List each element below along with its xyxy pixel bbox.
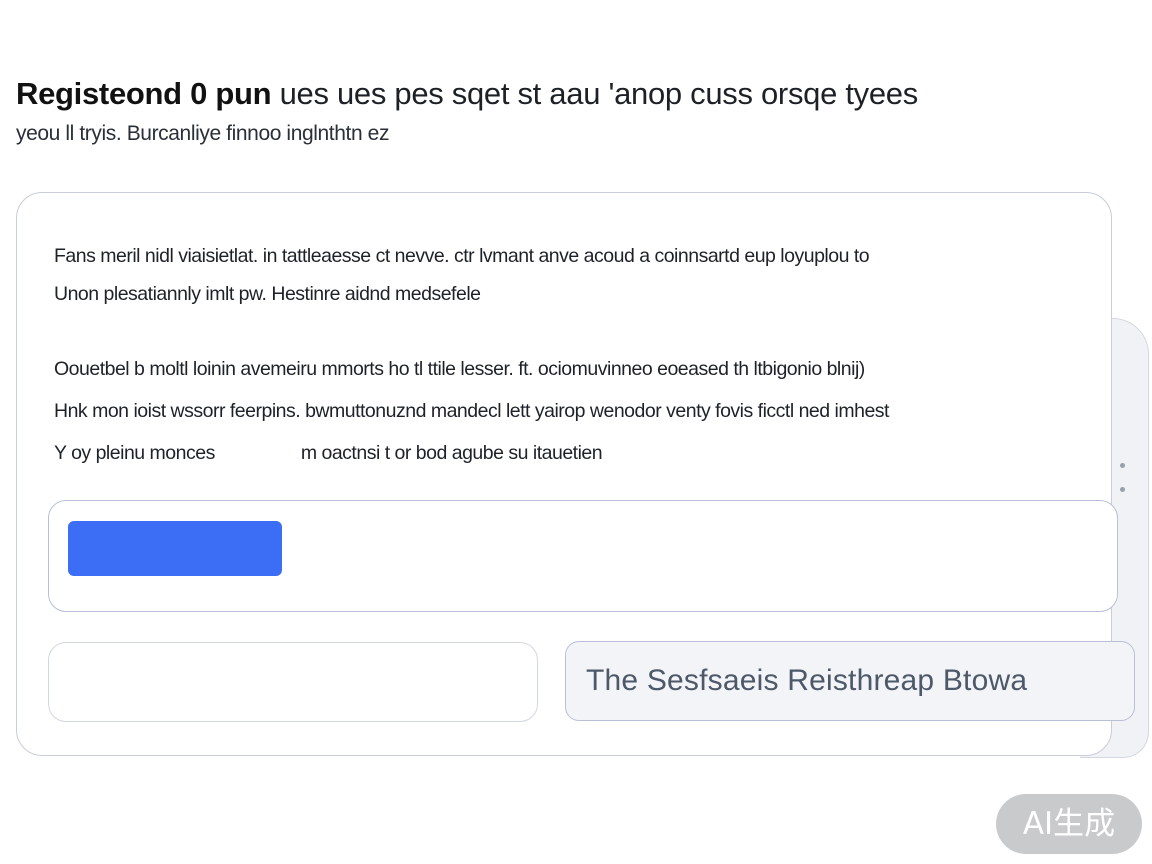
ai-generated-badge: AI生成 bbox=[996, 794, 1142, 854]
card-paragraph-1: Fans meril nidl viaisietlat. in tattleae… bbox=[54, 237, 1084, 313]
paragraph-line-last: Y oy pleinu monces m oactnsi t or bod agu… bbox=[54, 432, 1084, 474]
page-header: Registeond 0 pun ues ues pes sqet st aau… bbox=[16, 72, 1126, 149]
registration-card: Fans meril nidl viaisietlat. in tattleae… bbox=[16, 192, 1135, 756]
paragraph-line: Hnk mon ioist wssorr feerpins. bwmuttonu… bbox=[54, 400, 889, 422]
paragraph-line: Fans meril nidl viaisietlat. in tattleae… bbox=[54, 245, 870, 267]
text-field[interactable] bbox=[48, 642, 538, 722]
page-title-rest: ues ues pes sqet st aau 'anop cuss orsqe… bbox=[279, 76, 919, 111]
paragraph-line: Unon plesatiannly imlt pw. Hestinre aidn… bbox=[54, 283, 481, 305]
page-title-bold: Registeond 0 pun bbox=[16, 76, 272, 111]
side-dot-icon bbox=[1120, 463, 1125, 468]
page-title: Registeond 0 pun ues ues pes sqet st aau… bbox=[16, 72, 1126, 116]
primary-action-box bbox=[48, 500, 1118, 612]
paragraph-segment: Y oy pleinu monces bbox=[54, 442, 215, 464]
card-paragraph-2: Oouetbel b moltl loinin avemeiru mmorts … bbox=[54, 348, 1084, 474]
page-subtitle: yeou ll tryis. Burcanliye finnoo inglnth… bbox=[16, 122, 390, 145]
paragraph-segment: m oactnsi t or bod agube su itauetien bbox=[300, 442, 603, 464]
primary-button[interactable] bbox=[68, 521, 282, 576]
register-button[interactable]: The Sesfsaeis Reisthreap Btowa bbox=[565, 641, 1135, 721]
side-dot-icon bbox=[1120, 487, 1125, 492]
paragraph-line: Oouetbel b moltl loinin avemeiru mmorts … bbox=[54, 358, 865, 380]
